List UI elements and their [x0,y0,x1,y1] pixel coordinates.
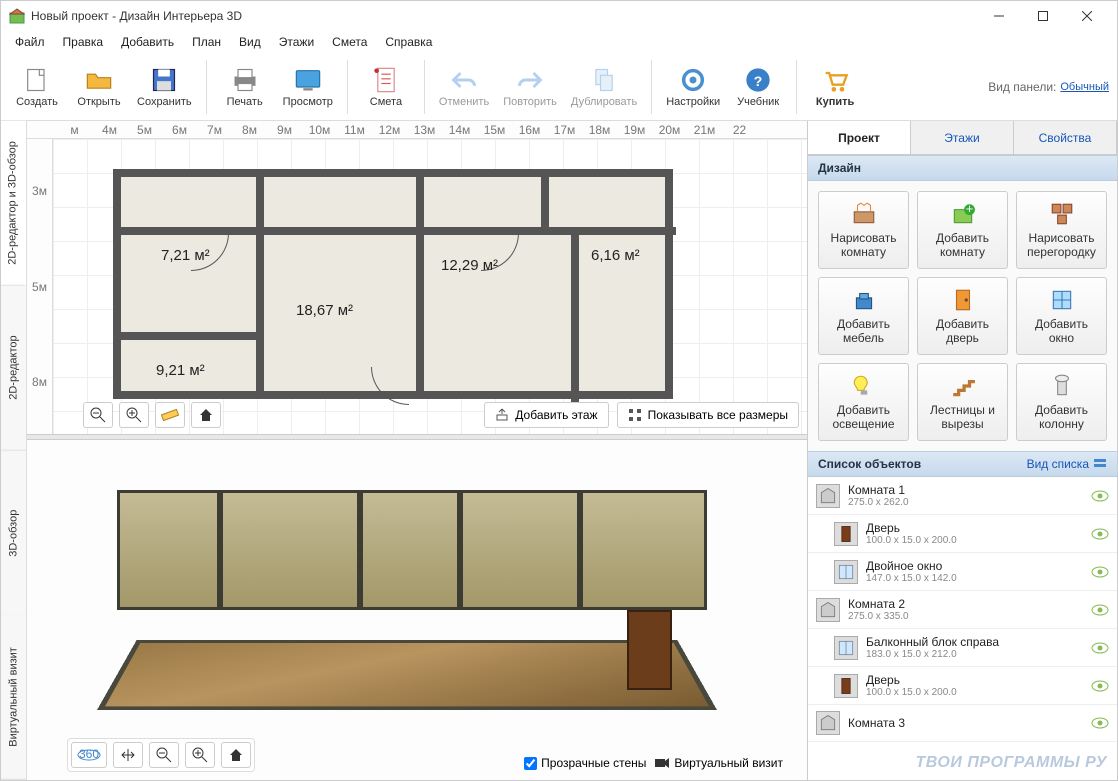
view-3d[interactable]: 360 Прозрачные стены Виртуальный визит [27,440,807,780]
zoom-out-button[interactable] [83,402,113,428]
object-row[interactable]: Комната 2275.0 x 335.0 [808,591,1117,629]
menu-Файл[interactable]: Файл [7,33,53,51]
tool-3[interactable]: Добавить мебель [818,277,909,355]
design-section-title: Дизайн [808,155,1117,181]
svg-text:?: ? [754,72,763,88]
create-button[interactable]: Создать [9,57,65,117]
tool-7[interactable]: Лестницы и вырезы [917,363,1008,441]
tutorial-button[interactable]: ?Учебник [730,57,786,117]
buy-button[interactable]: Купить [807,57,863,117]
menu-Этажи[interactable]: Этажи [271,33,322,51]
duplicate-button[interactable]: Дублировать [567,57,641,117]
estimate-button[interactable]: Смета [358,57,414,117]
list-view-toggle[interactable]: Вид списка [1027,457,1107,471]
object-row[interactable]: Двойное окно147.0 x 15.0 x 142.0 [808,553,1117,591]
main-toolbar: Создать Открыть Сохранить Печать Просмот… [1,53,1117,121]
object-row[interactable]: Балконный блок справа183.0 x 15.0 x 212.… [808,629,1117,667]
room-area-5: 9,21 м² [156,362,205,379]
right-panel: ПроектЭтажиСвойства Дизайн Нарисовать ко… [807,121,1117,780]
side-tab-2[interactable]: 3D-обзор [1,451,26,616]
side-tab-3[interactable]: Виртуальный визит [1,615,26,780]
save-button[interactable]: Сохранить [133,57,196,117]
rotate-360-button[interactable]: 360 [71,742,107,768]
tool-1[interactable]: +Добавить комнату [917,191,1008,269]
rp-tab-Свойства[interactable]: Свойства [1014,121,1117,154]
tool-2[interactable]: Нарисовать перегородку [1016,191,1107,269]
titlebar: Новый проект - Дизайн Интерьера 3D [1,1,1117,31]
room-icon [816,484,840,508]
settings-button[interactable]: Настройки [662,57,724,117]
panel-mode-label: Вид панели: [988,80,1056,94]
door-icon [834,522,858,546]
door-icon [834,674,858,698]
rp-tab-Проект[interactable]: Проект [808,121,911,154]
tool-0[interactable]: Нарисовать комнату [818,191,909,269]
close-button[interactable] [1065,1,1109,31]
measure-button[interactable] [155,402,185,428]
zoom-in-button[interactable] [119,402,149,428]
redo-button[interactable]: Повторить [499,57,561,117]
transparent-walls-checkbox[interactable]: Прозрачные стены [524,756,646,770]
room-area-1: 7,21 м² [161,247,210,264]
print-button[interactable]: Печать [217,57,273,117]
visibility-icon[interactable] [1091,527,1109,541]
object-row[interactable]: Дверь100.0 x 15.0 x 200.0 [808,515,1117,553]
svg-text:+: + [965,201,973,216]
minimize-button[interactable] [977,1,1021,31]
object-row[interactable]: Дверь100.0 x 15.0 x 200.0 [808,667,1117,705]
add-floor-button[interactable]: Добавить этаж [484,402,608,428]
zoom-out-3d-button[interactable] [149,742,179,768]
window-icon [834,560,858,584]
tool-4[interactable]: Добавить дверь [917,277,1008,355]
room-icon [816,711,840,735]
open-button[interactable]: Открыть [71,57,127,117]
virtual-visit-button[interactable]: Виртуальный визит [654,756,783,770]
menu-Добавить[interactable]: Добавить [113,33,182,51]
window-icon [834,636,858,660]
side-tab-1[interactable]: 2D-редактор [1,286,26,451]
menu-Вид[interactable]: Вид [231,33,269,51]
ruler-horizontal: м4м5м6м7м8м9м10м11м12м13м14м15м16м17м18м… [27,121,807,139]
visibility-icon[interactable] [1091,565,1109,579]
menu-План[interactable]: План [184,33,229,51]
room-icon [816,598,840,622]
room-area-2: 18,67 м² [296,302,353,319]
app-icon [9,8,25,24]
tool-5[interactable]: Добавить окно [1016,277,1107,355]
preview-button[interactable]: Просмотр [279,57,337,117]
menu-Справка[interactable]: Справка [377,33,440,51]
object-row[interactable]: Комната 3 [808,705,1117,742]
side-tab-0[interactable]: 2D-редактор и 3D-обзор [1,121,26,286]
ruler-vertical: 3м5м8м [27,139,53,434]
tool-6[interactable]: Добавить освещение [818,363,909,441]
menubar: ФайлПравкаДобавитьПланВидЭтажиСметаСправ… [1,31,1117,53]
visibility-icon[interactable] [1091,641,1109,655]
menu-Правка[interactable]: Правка [55,33,112,51]
floorplan-canvas[interactable]: 7,21 м² 18,67 м² 12,29 м² 6,16 м² 9,21 м… [53,139,807,434]
visibility-icon[interactable] [1091,679,1109,693]
visibility-icon[interactable] [1091,716,1109,730]
home-button[interactable] [191,402,221,428]
zoom-in-3d-button[interactable] [185,742,215,768]
undo-button[interactable]: Отменить [435,57,493,117]
menu-Смета[interactable]: Смета [324,33,375,51]
view-2d[interactable]: 3м5м8м 7,21 м² 18,67 м² 12,29 м² 6 [27,139,807,434]
visibility-icon[interactable] [1091,489,1109,503]
maximize-button[interactable] [1021,1,1065,31]
window-title: Новый проект - Дизайн Интерьера 3D [31,9,977,23]
room-area-4: 6,16 м² [591,247,640,264]
room-area-3: 12,29 м² [441,257,498,274]
home-3d-button[interactable] [221,742,251,768]
object-row[interactable]: Комната 1275.0 x 262.0 [808,477,1117,515]
watermark: ТВОИ ПРОГРАММЫ РУ [916,754,1108,772]
tool-8[interactable]: Добавить колонну [1016,363,1107,441]
rp-tab-Этажи[interactable]: Этажи [911,121,1014,154]
pan-button[interactable] [113,742,143,768]
svg-text:360: 360 [79,747,99,761]
side-tabs: 2D-редактор и 3D-обзор2D-редактор3D-обзо… [1,121,27,780]
panel-mode-link[interactable]: Обычный [1060,81,1109,93]
show-dims-button[interactable]: Показывать все размеры [617,402,799,428]
visibility-icon[interactable] [1091,603,1109,617]
object-list-title: Список объектов [818,457,921,471]
